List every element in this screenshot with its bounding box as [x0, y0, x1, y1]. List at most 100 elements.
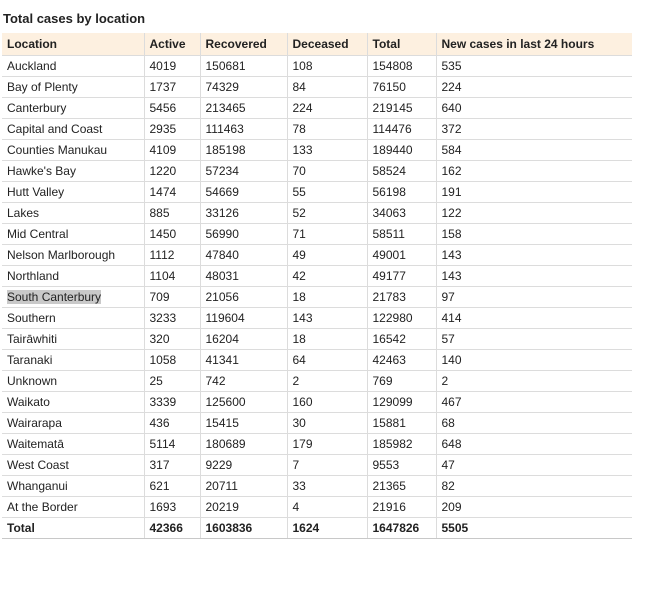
total-cell: 56198 — [367, 181, 437, 203]
location-name: Canterbury — [7, 100, 67, 115]
location-name: Wairarapa — [7, 415, 62, 430]
total-cell: 34063 — [367, 202, 437, 224]
deceased-cell: 84 — [287, 76, 368, 98]
table-row: Bay of Plenty 1737 74329 84 76150 224 — [2, 76, 632, 98]
deceased-cell: 78 — [287, 118, 368, 140]
recovered-cell: 33126 — [200, 202, 288, 224]
total-recovered: 1603836 — [200, 517, 288, 539]
new-cases-cell: 584 — [436, 139, 632, 161]
recovered-cell: 47840 — [200, 244, 288, 266]
location-cell: Canterbury — [2, 97, 145, 119]
active-cell: 1112 — [144, 244, 201, 266]
new-cases-cell: 143 — [436, 265, 632, 287]
location-name: West Coast — [7, 457, 69, 472]
table-row: Mid Central 1450 56990 71 58511 158 — [2, 223, 632, 245]
location-name: Hutt Valley — [7, 184, 65, 199]
location-name: Hawke's Bay — [7, 163, 76, 178]
recovered-cell: 119604 — [200, 307, 288, 329]
table-row: Whanganui 621 20711 33 21365 82 — [2, 475, 632, 497]
total-cell: 58511 — [367, 223, 437, 245]
new-cases-cell: 97 — [436, 286, 632, 308]
table-row: Northland 1104 48031 42 49177 143 — [2, 265, 632, 287]
total-cell: 189440 — [367, 139, 437, 161]
location-name: Tairāwhiti — [7, 331, 58, 346]
deceased-cell: 30 — [287, 412, 368, 434]
location-cell: Capital and Coast — [2, 118, 145, 140]
total-cell: 49177 — [367, 265, 437, 287]
active-cell: 4109 — [144, 139, 201, 161]
table-row: Unknown 25 742 2 769 2 — [2, 370, 632, 392]
total-cell: 9553 — [367, 454, 437, 476]
table-body: Auckland 4019 150681 108 154808 535 Bay of Ple… — [2, 55, 632, 518]
active-cell: 2935 — [144, 118, 201, 140]
location-cell: Nelson Marlborough — [2, 244, 145, 266]
column-header-total: Total — [367, 33, 437, 56]
table-row: Auckland 4019 150681 108 154808 535 — [2, 55, 632, 77]
table-row: Waitematā 5114 180689 179 185982 648 — [2, 433, 632, 455]
total-cell: 114476 — [367, 118, 437, 140]
deceased-cell: 71 — [287, 223, 368, 245]
location-name: Southern — [7, 310, 56, 325]
active-cell: 436 — [144, 412, 201, 434]
new-cases-cell: 57 — [436, 328, 632, 350]
active-cell: 3233 — [144, 307, 201, 329]
recovered-cell: 21056 — [200, 286, 288, 308]
location-cell: South Canterbury — [2, 286, 145, 308]
deceased-cell: 4 — [287, 496, 368, 518]
active-cell: 1450 — [144, 223, 201, 245]
active-cell: 5114 — [144, 433, 201, 455]
new-cases-cell: 467 — [436, 391, 632, 413]
total-cell: 219145 — [367, 97, 437, 119]
location-cell: Mid Central — [2, 223, 145, 245]
new-cases-cell: 224 — [436, 76, 632, 98]
location-name: Waikato — [7, 394, 50, 409]
deceased-cell: 55 — [287, 181, 368, 203]
deceased-cell: 18 — [287, 328, 368, 350]
active-cell: 317 — [144, 454, 201, 476]
new-cases-cell: 414 — [436, 307, 632, 329]
new-cases-cell: 140 — [436, 349, 632, 371]
location-cell: Bay of Plenty — [2, 76, 145, 98]
total-cell: 769 — [367, 370, 437, 392]
deceased-cell: 49 — [287, 244, 368, 266]
new-cases-cell: 648 — [436, 433, 632, 455]
new-cases-cell: 535 — [436, 55, 632, 77]
recovered-cell: 54669 — [200, 181, 288, 203]
location-name: Counties Manukau — [7, 142, 108, 157]
location-name: Capital and Coast — [7, 121, 103, 136]
deceased-cell: 7 — [287, 454, 368, 476]
new-cases-cell: 372 — [436, 118, 632, 140]
deceased-cell: 143 — [287, 307, 368, 329]
total-deceased: 1624 — [287, 517, 368, 539]
column-header-location: Location — [2, 33, 145, 56]
total-cell: 42463 — [367, 349, 437, 371]
new-cases-cell: 158 — [436, 223, 632, 245]
total-cell: 15881 — [367, 412, 437, 434]
total-cell: 58524 — [367, 160, 437, 182]
recovered-cell: 16204 — [200, 328, 288, 350]
recovered-cell: 48031 — [200, 265, 288, 287]
active-cell: 885 — [144, 202, 201, 224]
location-cell: Northland — [2, 265, 145, 287]
table-row: Capital and Coast 2935 111463 78 114476 372 — [2, 118, 632, 140]
new-cases-cell: 640 — [436, 97, 632, 119]
table-row: Tairāwhiti 320 16204 18 16542 57 — [2, 328, 632, 350]
recovered-cell: 180689 — [200, 433, 288, 455]
table-row: Taranaki 1058 41341 64 42463 140 — [2, 349, 632, 371]
active-cell: 1693 — [144, 496, 201, 518]
table-row: Waikato 3339 125600 160 129099 467 — [2, 391, 632, 413]
location-name: Whanganui — [7, 478, 68, 493]
deceased-cell: 42 — [287, 265, 368, 287]
location-cell: Taranaki — [2, 349, 145, 371]
location-cell: Tairāwhiti — [2, 328, 145, 350]
deceased-cell: 133 — [287, 139, 368, 161]
total-cell: 49001 — [367, 244, 437, 266]
location-cell: At the Border — [2, 496, 145, 518]
location-name: Unknown — [7, 373, 58, 388]
table-footer: Total 42366 1603836 1624 1647826 5505 — [2, 517, 632, 539]
table-row: Wairarapa 436 15415 30 15881 68 — [2, 412, 632, 434]
table-row: At the Border 1693 20219 4 21916 209 — [2, 496, 632, 518]
new-cases-cell: 2 — [436, 370, 632, 392]
location-name: Auckland — [7, 58, 57, 73]
total-cell: 21783 — [367, 286, 437, 308]
